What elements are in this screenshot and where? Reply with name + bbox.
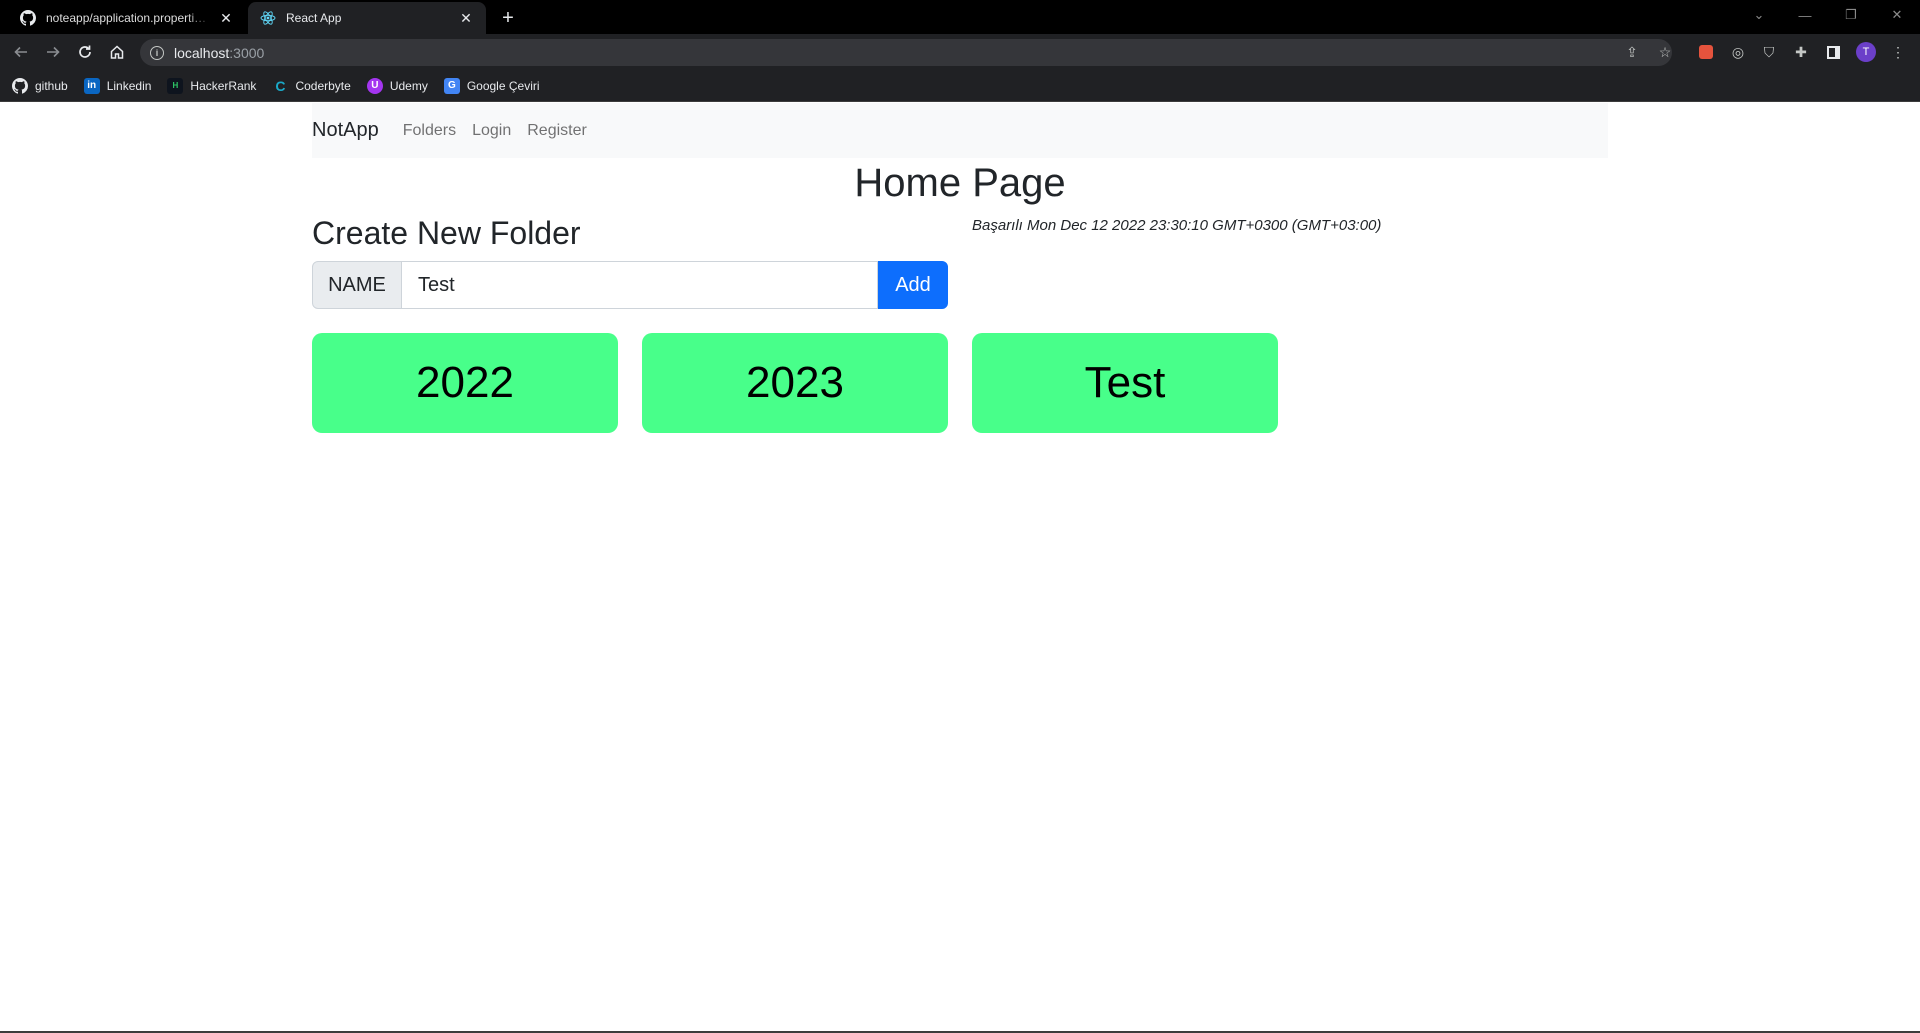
app-navbar: NotApp Folders Login Register: [312, 103, 1608, 158]
home-icon[interactable]: [105, 40, 129, 64]
bookmark-google-ceviri[interactable]: G Google Çeviri: [443, 77, 540, 94]
bookmark-github[interactable]: github: [12, 77, 68, 94]
folder-list: 2022 2023 Test: [312, 333, 1302, 433]
site-info-icon[interactable]: i: [150, 45, 164, 60]
brand-link[interactable]: NotApp: [312, 119, 379, 142]
browser-tabstrip: noteapp/application.properties at ✕ Reac…: [0, 0, 1920, 34]
new-tab-icon[interactable]: +: [496, 6, 520, 30]
bookmark-hackerrank[interactable]: H HackerRank: [167, 77, 257, 94]
tab-search-icon[interactable]: ⌄: [1736, 0, 1782, 30]
linkedin-icon: in: [83, 77, 100, 94]
profile-avatar[interactable]: T: [1856, 42, 1876, 62]
close-window-icon[interactable]: ✕: [1874, 0, 1920, 30]
extension-red-icon[interactable]: [1695, 41, 1717, 63]
minimize-icon[interactable]: —: [1782, 0, 1828, 30]
address-bar[interactable]: i localhost:3000: [140, 39, 1672, 66]
reload-icon[interactable]: [73, 40, 97, 64]
close-tab-icon[interactable]: ✕: [218, 10, 234, 26]
bookmark-label: Udemy: [389, 78, 428, 93]
tab-title: noteapp/application.properties at: [46, 11, 212, 25]
extensions-puzzle-icon[interactable]: ✚: [1790, 41, 1812, 63]
extension-circle-icon[interactable]: ◎: [1727, 41, 1749, 63]
github-icon: [20, 10, 36, 26]
folder-name-input[interactable]: [402, 261, 878, 309]
folder-card[interactable]: Test: [972, 333, 1278, 433]
url-host: localhost: [174, 44, 230, 61]
nav-link-login[interactable]: Login: [472, 122, 511, 140]
status-message: Başarılı Mon Dec 12 2022 23:30:10 GMT+03…: [972, 217, 1382, 234]
bookmark-label: Google Çeviri: [466, 78, 540, 93]
url-port: :3000: [229, 44, 265, 61]
hackerrank-icon: H: [167, 77, 184, 94]
bookmark-linkedin[interactable]: in Linkedin: [83, 77, 152, 94]
react-icon: [260, 11, 276, 25]
udemy-icon: U: [366, 77, 383, 94]
folder-card[interactable]: 2023: [642, 333, 948, 433]
back-icon[interactable]: [9, 40, 33, 64]
name-label: NAME: [312, 261, 402, 309]
bookmark-label: Coderbyte: [295, 78, 351, 93]
bookmarks-bar: github in Linkedin H HackerRank C Coderb…: [0, 70, 1920, 102]
bookmark-label: Linkedin: [106, 78, 152, 93]
bookmark-coderbyte[interactable]: C Coderbyte: [272, 78, 350, 94]
bookmark-label: github: [35, 78, 68, 93]
restore-icon[interactable]: ❐: [1828, 0, 1874, 30]
page-title: Home Page: [854, 161, 1066, 205]
forward-icon[interactable]: [41, 40, 65, 64]
github-icon: [12, 77, 28, 94]
share-icon[interactable]: ⇪: [1621, 41, 1643, 63]
star-icon[interactable]: ☆: [1654, 41, 1676, 63]
close-tab-icon[interactable]: ✕: [458, 10, 474, 26]
browser-toolbar: i localhost:3000 ⇪ ☆ ◎ ⛉ ✚ T ⋮: [0, 34, 1920, 70]
menu-kebab-icon[interactable]: ⋮: [1887, 41, 1909, 63]
folder-card[interactable]: 2022: [312, 333, 618, 433]
create-folder-form: NAME Add: [312, 261, 948, 309]
nav-link-register[interactable]: Register: [527, 122, 587, 140]
side-panel-icon[interactable]: [1822, 41, 1844, 63]
google-translate-icon: G: [443, 77, 460, 94]
tab-title: React App: [286, 11, 342, 25]
bookmark-label: HackerRank: [190, 78, 257, 93]
add-button[interactable]: Add: [878, 261, 948, 309]
create-folder-title: Create New Folder: [312, 215, 581, 251]
shield-icon[interactable]: ⛉: [1758, 41, 1780, 63]
page-content: NotApp Folders Login Register Home Page …: [0, 103, 1920, 1033]
tab-github[interactable]: noteapp/application.properties at ✕: [8, 2, 246, 34]
nav-link-folders[interactable]: Folders: [403, 122, 456, 140]
bookmark-udemy[interactable]: U Udemy: [366, 77, 428, 94]
tab-react-app[interactable]: React App ✕: [248, 2, 486, 34]
coderbyte-icon: C: [275, 77, 286, 94]
